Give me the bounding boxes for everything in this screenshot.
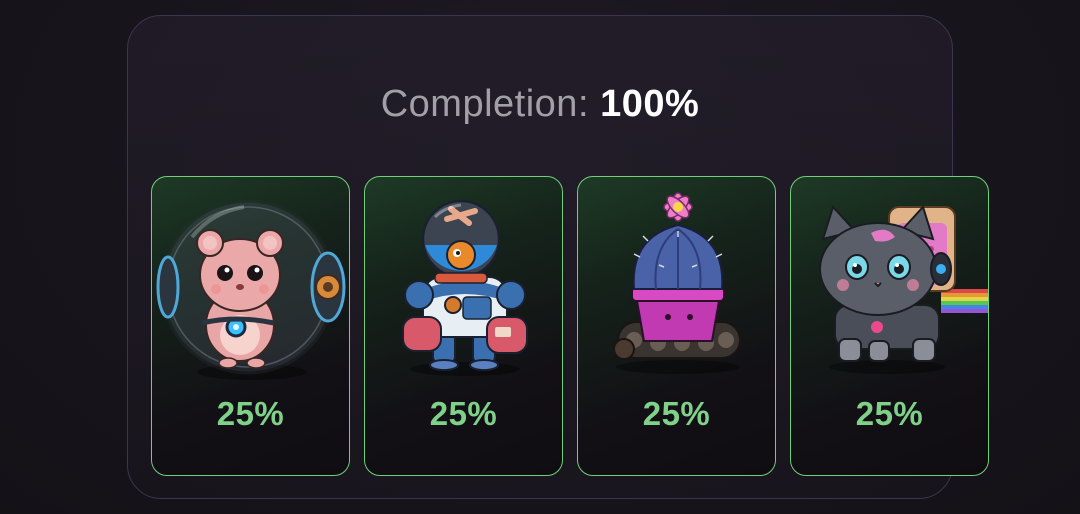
hamster-in-ball-icon — [156, 199, 346, 380]
completion-heading: Completion: 100% — [0, 80, 1080, 128]
card-percent: 25% — [642, 395, 711, 432]
card-percent: 25% — [429, 395, 498, 432]
card-percent: 25% — [855, 395, 924, 432]
character-card-robot[interactable]: 25% — [364, 176, 563, 476]
card-percent: 25% — [216, 395, 285, 432]
completion-label: Completion: — [380, 83, 589, 125]
character-card-cactus[interactable]: 25% — [577, 176, 776, 476]
character-card-cat[interactable]: 25% — [790, 176, 989, 476]
cactus-tank-icon — [613, 192, 741, 374]
robot-fish-diver-icon — [402, 199, 528, 376]
completion-value: 100% — [600, 83, 700, 125]
character-card-hamster[interactable]: 25% — [151, 176, 350, 476]
cat-toast-rainbow-icon — [819, 205, 988, 374]
